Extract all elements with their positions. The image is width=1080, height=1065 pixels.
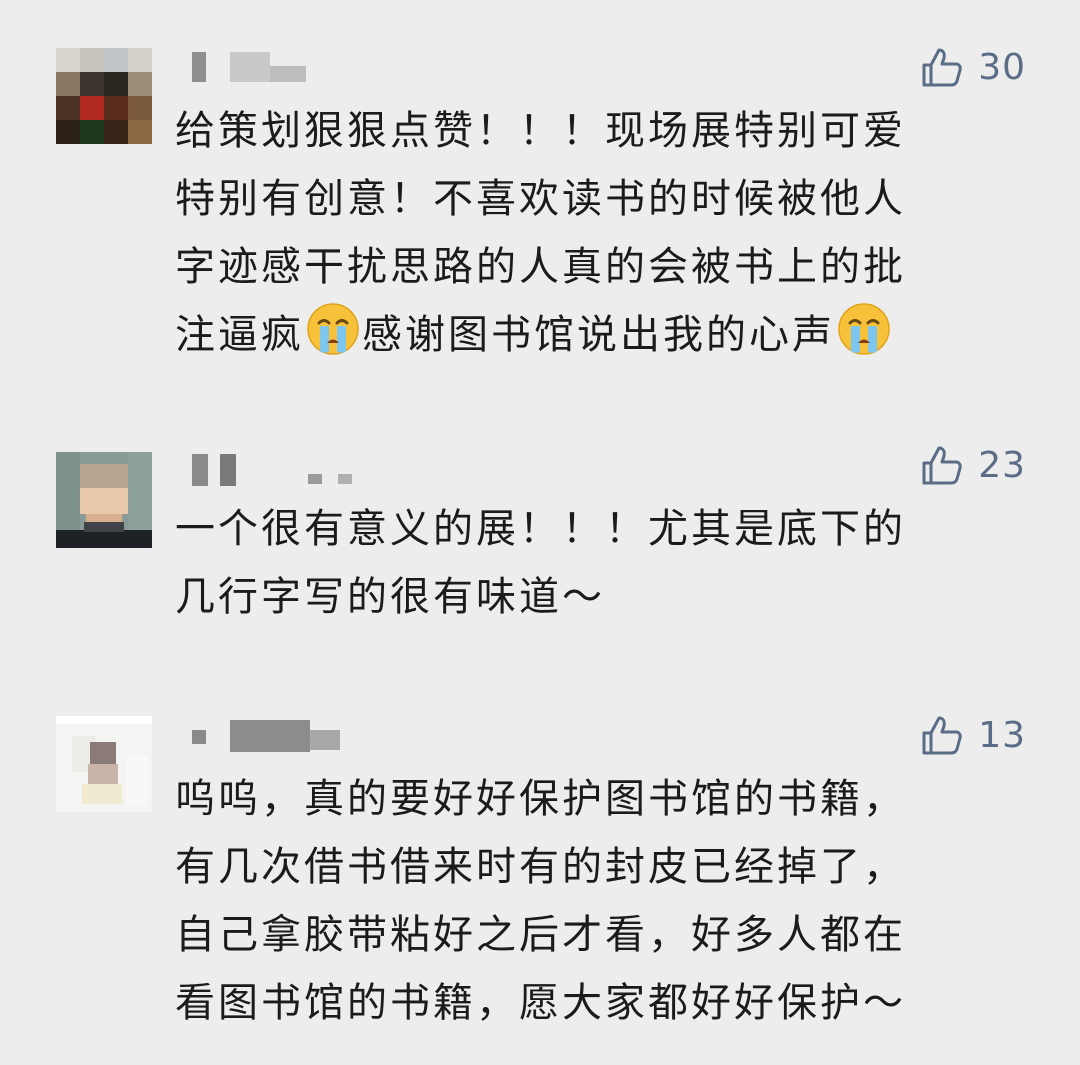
avatar[interactable]: [56, 48, 152, 144]
comment-line: 注逼疯 感谢图书馆说出我的心声: [175, 301, 1005, 377]
comment-line: 字迹感干扰思路的人真的会被书上的批: [175, 244, 906, 290]
avatar[interactable]: [56, 452, 152, 548]
username-blurred[interactable]: [190, 48, 310, 84]
thumbs-up-icon: [920, 713, 964, 757]
crying-face-emoji: [837, 302, 891, 377]
username-blurred[interactable]: [190, 452, 370, 488]
avatar[interactable]: [56, 716, 152, 812]
like-button[interactable]: 23: [920, 443, 1026, 487]
crying-face-emoji: [306, 302, 360, 377]
comment-line: 呜呜，真的要好好保护图书馆的书籍，: [175, 776, 906, 822]
comment-text-segment: 注逼疯: [175, 312, 304, 358]
thumbs-up-icon: [920, 45, 964, 89]
like-button[interactable]: 30: [920, 45, 1026, 89]
comment-text-segment: 感谢图书馆说出我的心声: [362, 312, 835, 358]
like-count: 13: [978, 714, 1026, 756]
comment-text: 给策划狠狠点赞！！！现场展特别可爱 特别有创意！不喜欢读书的时候被他人 字迹感干…: [175, 97, 1005, 377]
comment-line: 自己拿胶带粘好之后才看，好多人都在: [175, 912, 906, 958]
username-blurred[interactable]: [190, 716, 350, 752]
like-count: 30: [978, 46, 1026, 88]
comment-line: 看图书馆的书籍，愿大家都好好保护～: [175, 980, 906, 1026]
comment-text: 呜呜，真的要好好保护图书馆的书籍， 有几次借书借来时有的封皮已经掉了， 自己拿胶…: [175, 765, 1005, 1037]
comment-line: 特别有创意！不喜欢读书的时候被他人: [175, 176, 906, 222]
like-button[interactable]: 13: [920, 713, 1026, 757]
comment-line: 几行字写的很有味道～: [175, 574, 605, 620]
comment-item: 30 给策划狠狠点赞！！！现场展特别可爱 特别有创意！不喜欢读书的时候被他人 字…: [0, 0, 1080, 400]
comment-line: 一个很有意义的展！！！尤其是底下的: [175, 506, 906, 552]
comment-line: 有几次借书借来时有的封皮已经掉了，: [175, 844, 906, 890]
comment-line: 给策划狠狠点赞！！！现场展特别可爱: [175, 108, 906, 154]
thumbs-up-icon: [920, 443, 964, 487]
comment-text: 一个很有意义的展！！！尤其是底下的 几行字写的很有味道～: [175, 495, 1005, 631]
like-count: 23: [978, 444, 1026, 486]
